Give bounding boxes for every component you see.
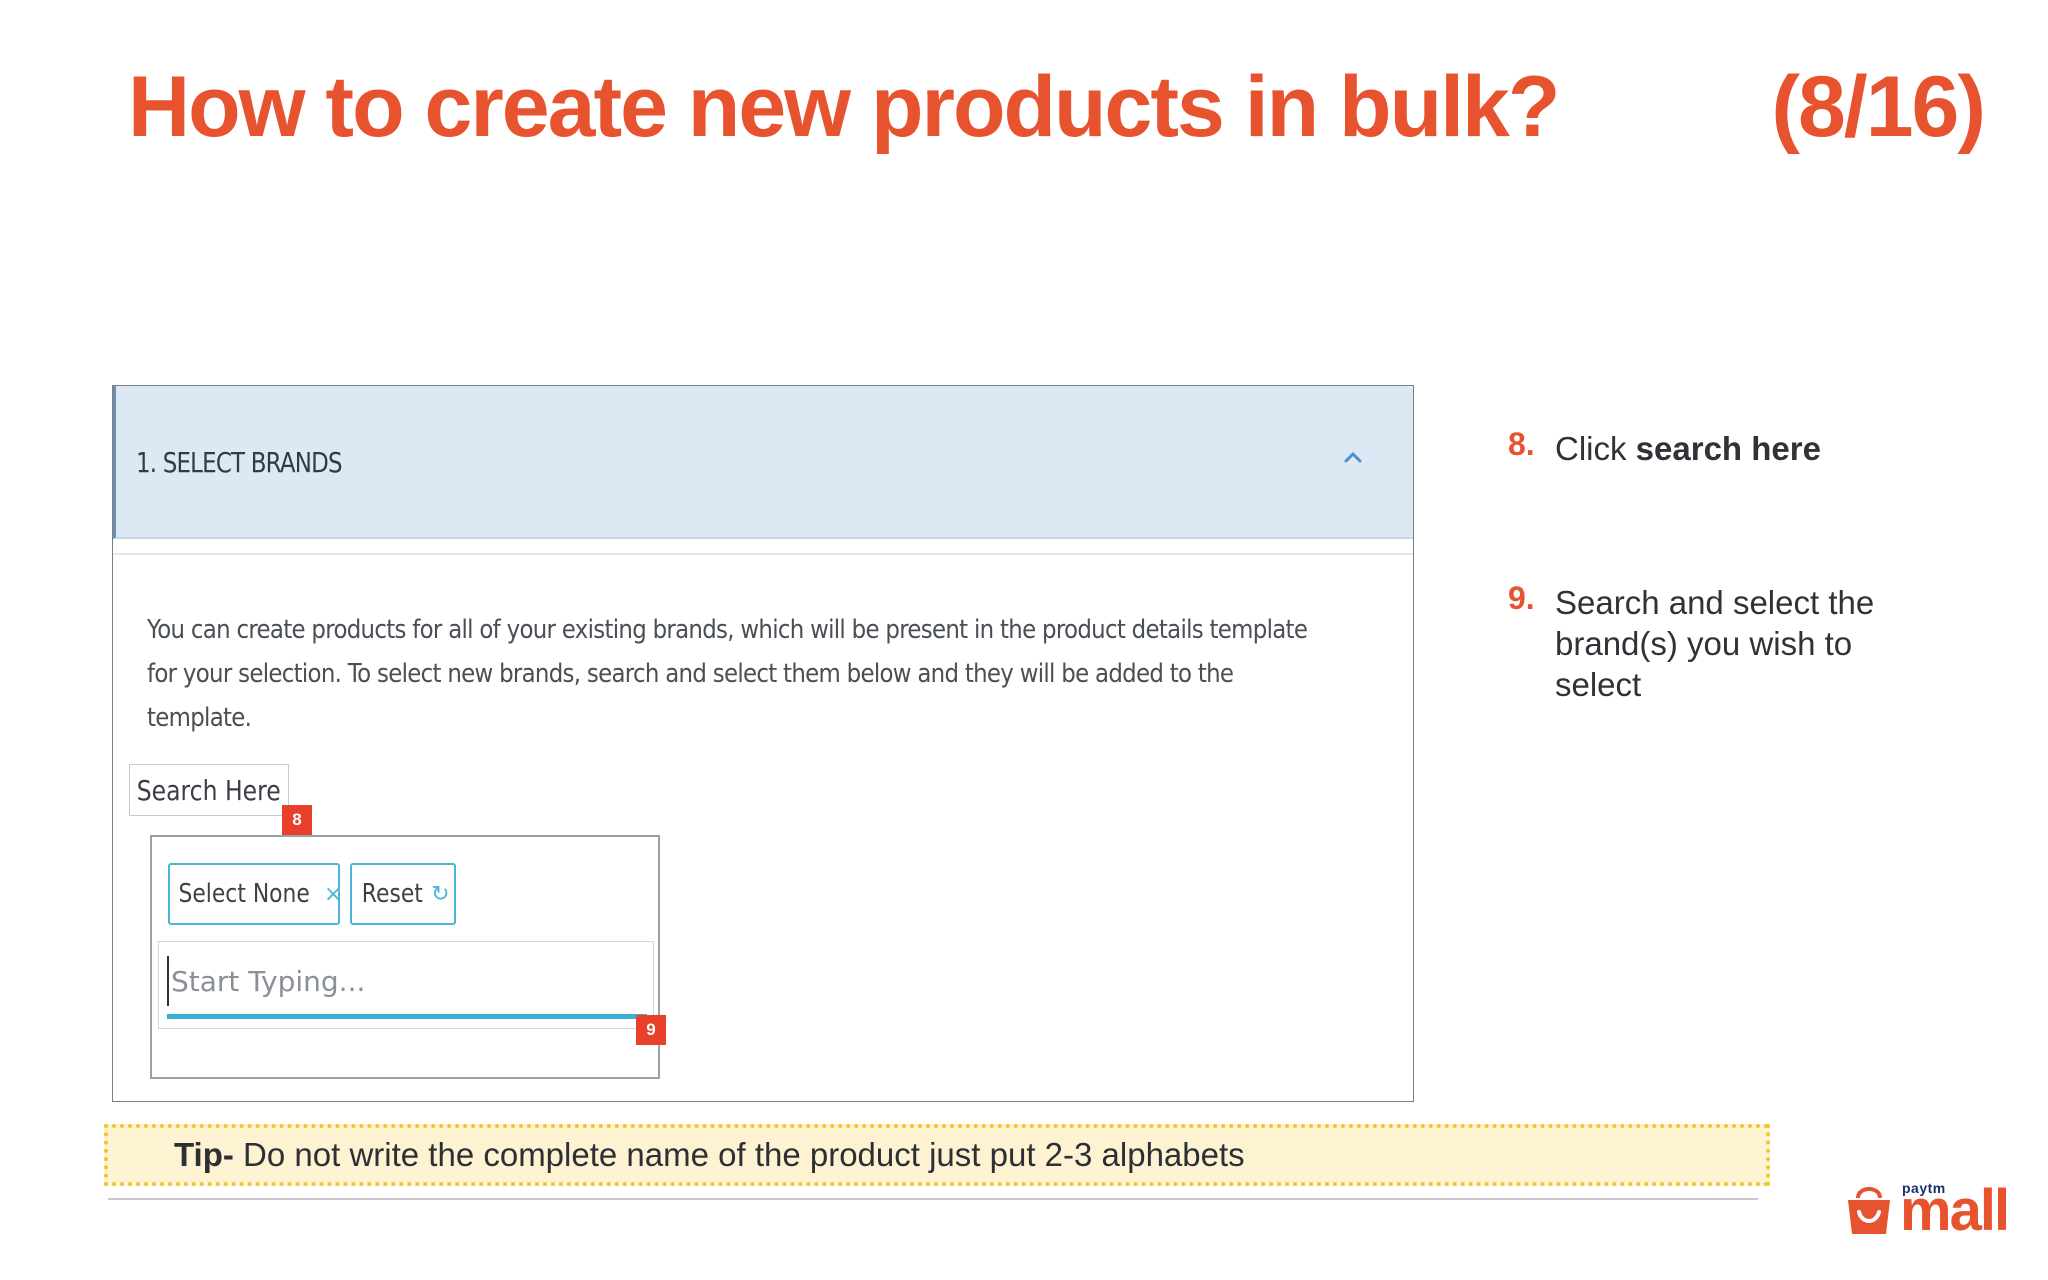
bottom-rule [108,1198,1758,1200]
tip-label: Tip- [174,1136,234,1173]
step-8: 8. Click search here [1508,426,1988,469]
tip-text: Do not write the complete name of the pr… [233,1136,1245,1173]
brand-search-dropdown: Select None × Reset ↻ [150,835,660,1079]
step-8-bold: search here [1635,430,1821,467]
brand-search-input[interactable] [167,956,643,1006]
typing-box [158,941,654,1029]
step-8-number: 8. [1508,426,1535,462]
paytm-mall-logo: paytm mall [1844,1180,2024,1240]
input-focus-underline [167,1014,647,1019]
search-here-label: Search Here [136,773,282,807]
slide-counter: (8/16) [1771,59,1986,155]
logo-big-text: mall [1900,1178,2010,1243]
refresh-icon: ↻ [431,881,450,907]
panel-description: You can create products for all of your … [147,615,1308,733]
reset-label: Reset [362,879,424,909]
reset-button[interactable]: Reset ↻ [350,863,456,925]
select-none-button[interactable]: Select None × [168,863,343,925]
select-brands-panel: 1. SELECT BRANDS You can create products… [112,385,1414,1102]
panel-header[interactable]: 1. SELECT BRANDS [113,386,1413,539]
panel-header-title: 1. SELECT BRANDS [136,446,343,479]
step-9-text: Search and select the brand(s) you wish … [1555,584,1875,703]
panel-divider [113,553,1413,555]
step-8-badge: 8 [282,805,312,835]
step-8-text: Click [1555,430,1636,467]
slide-title: How to create new products in bulk? [128,59,1560,155]
close-icon: × [323,881,343,907]
search-here-button[interactable]: Search Here [129,764,289,816]
chevron-up-icon[interactable] [1341,446,1365,470]
step-9: 9. Search and select the brand(s) you wi… [1508,580,1928,705]
shopping-bag-icon [1848,1187,1890,1234]
tip-box: Tip- Do not write the complete name of t… [104,1124,1770,1186]
step-9-badge: 9 [636,1015,666,1045]
step-9-number: 9. [1508,580,1535,616]
select-none-label: Select None [178,879,310,909]
